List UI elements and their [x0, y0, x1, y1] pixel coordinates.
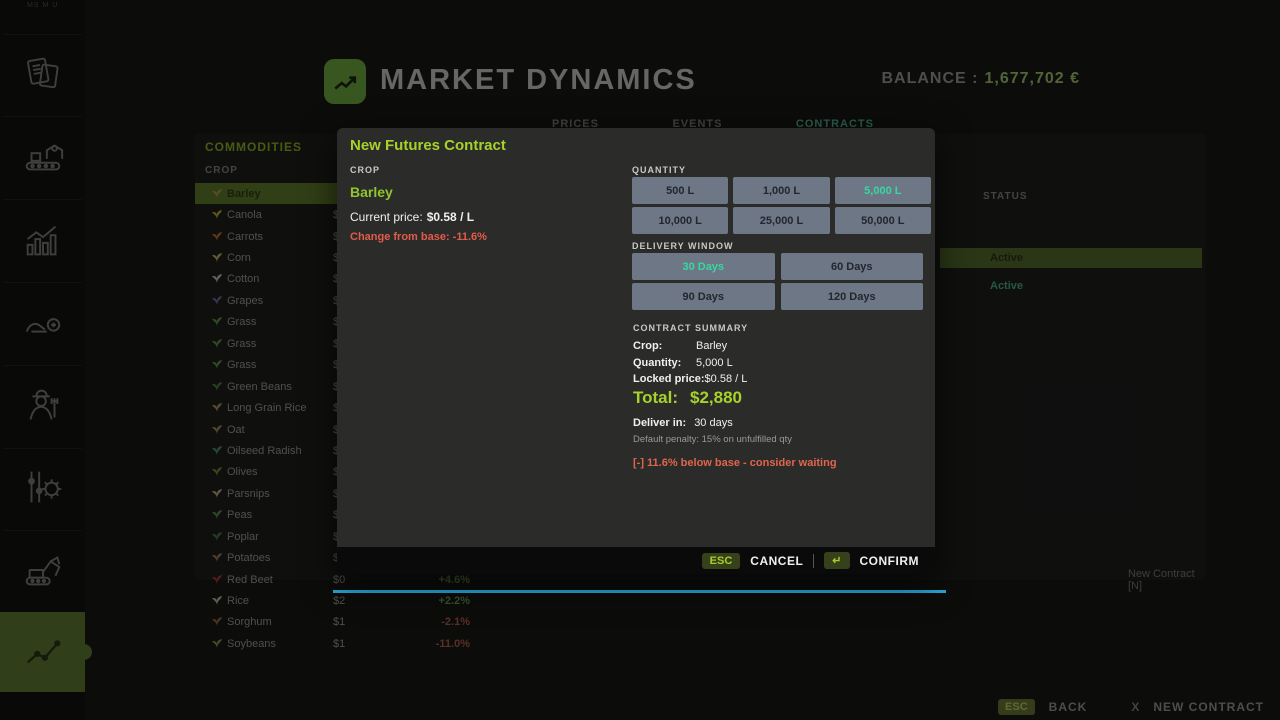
delivery-options: 30 Days 60 Days 90 Days 120 Days — [632, 253, 923, 310]
total: Total: $2,880 — [633, 388, 742, 408]
summary-quantity-label: Quantity: — [633, 357, 696, 369]
current-price-label: Current price: — [350, 210, 423, 224]
current-price-value: $0.58 / L — [427, 210, 474, 224]
summary-crop-row: Crop:Barley — [633, 340, 727, 352]
deliver-in: Deliver in: 30 days — [633, 417, 733, 429]
dialog-title: New Futures Contract — [350, 137, 506, 154]
confirm-button[interactable]: CONFIRM — [860, 554, 920, 568]
screen: MS M U MARKET DYNAMICS BALANCE :1,677,70… — [0, 0, 1280, 720]
summary-quantity-value: 5,000 L — [696, 357, 733, 369]
summary-locked-price-label: Locked price: — [633, 373, 705, 385]
penalty-note: Default penalty: 15% on unfulfilled qty — [633, 434, 792, 445]
quantity-option-button[interactable]: 25,000 L — [733, 207, 829, 234]
quantity-option-button[interactable]: 10,000 L — [632, 207, 728, 234]
delivery-option-button[interactable]: 60 Days — [781, 253, 924, 280]
total-label: Total: — [633, 388, 678, 407]
selection-underline — [333, 590, 946, 593]
dialog-footer: ESC CANCEL ↵ CONFIRM — [337, 547, 935, 574]
quantity-option-button[interactable]: 500 L — [632, 177, 728, 204]
quantity-options: 500 L 1,000 L 5,000 L 10,000 L 25,000 L … — [632, 177, 931, 234]
enter-key-icon: ↵ — [824, 552, 849, 569]
delivery-option-button[interactable]: 90 Days — [632, 283, 775, 310]
summary-locked-price-value: $0.58 / L — [705, 373, 748, 385]
delivery-section-label: DELIVERY WINDOW — [632, 241, 734, 251]
summary-crop-label: Crop: — [633, 340, 696, 352]
summary-section-label: CONTRACT SUMMARY — [633, 323, 748, 333]
quantity-section-label: QUANTITY — [632, 165, 686, 175]
summary-crop-value: Barley — [696, 340, 727, 352]
deliver-in-value: 30 days — [694, 417, 733, 429]
total-value: $2,880 — [690, 388, 742, 407]
deliver-in-label: Deliver in: — [633, 417, 686, 429]
selected-crop-name: Barley — [350, 184, 393, 200]
quantity-option-button[interactable]: 1,000 L — [733, 177, 829, 204]
summary-quantity-row: Quantity:5,000 L — [633, 357, 733, 369]
divider — [813, 554, 814, 568]
esc-key-badge: ESC — [702, 553, 741, 569]
current-price: Current price: $0.58 / L — [350, 210, 474, 224]
quantity-option-button[interactable]: 5,000 L — [835, 177, 931, 204]
summary-locked-price-row: Locked price:$0.58 / L — [633, 373, 747, 385]
new-futures-contract-dialog: New Futures Contract CROP Barley Current… — [337, 128, 935, 574]
price-warning: [-] 11.6% below base - consider waiting — [633, 457, 837, 469]
crop-section-label: CROP — [350, 165, 380, 175]
delivery-option-button[interactable]: 120 Days — [781, 283, 924, 310]
delivery-option-button[interactable]: 30 Days — [632, 253, 775, 280]
quantity-option-button[interactable]: 50,000 L — [835, 207, 931, 234]
cancel-button[interactable]: CANCEL — [750, 554, 803, 568]
change-from-base: Change from base: -11.6% — [350, 231, 487, 243]
dialog-body: New Futures Contract CROP Barley Current… — [337, 128, 935, 547]
